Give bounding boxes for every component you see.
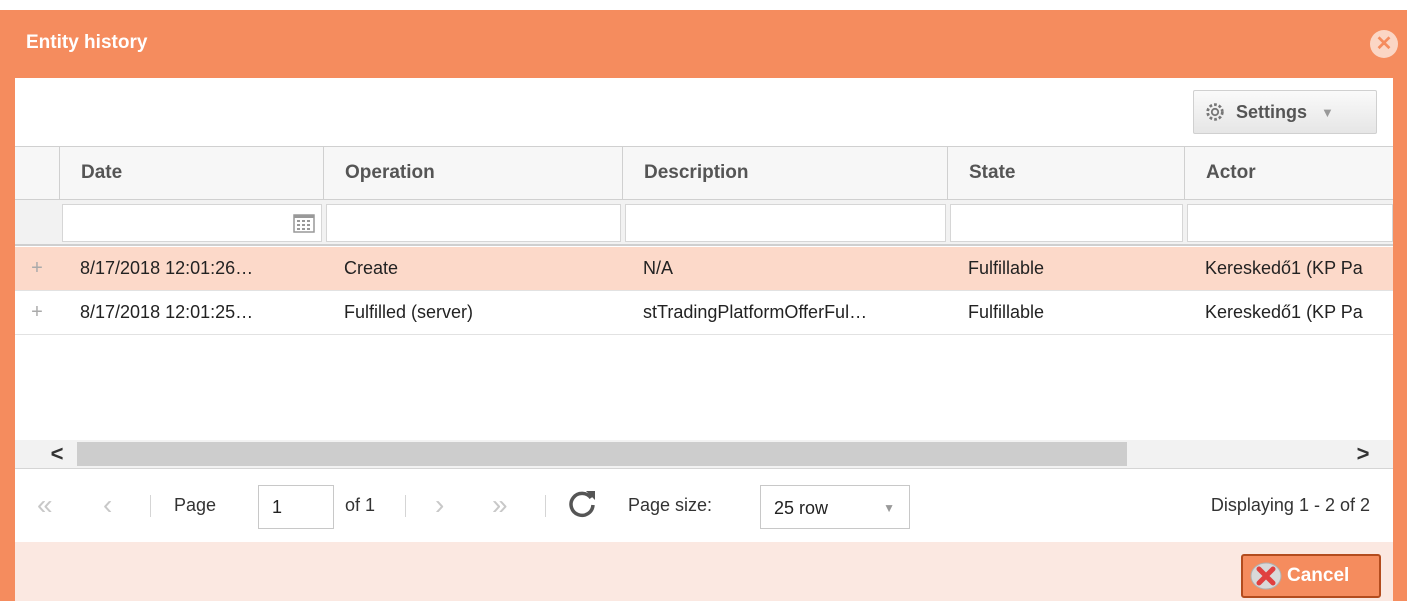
gear-icon	[1206, 103, 1224, 121]
dialog-footer: Cancel	[15, 542, 1393, 601]
expander-header	[15, 147, 60, 200]
column-header-actor[interactable]: Actor	[1185, 147, 1393, 200]
cancel-label: Cancel	[1287, 565, 1350, 586]
pagination-bar: « ‹ Page of 1 › » Page size: 25 row ▼ Di…	[15, 468, 1393, 542]
column-header-state[interactable]: State	[948, 147, 1185, 200]
horizontal-scrollbar[interactable]: < >	[15, 440, 1393, 468]
description-filter-input[interactable]	[625, 204, 946, 242]
cell-operation: Fulfilled (server)	[344, 302, 474, 322]
grid-header: Date Operation Description State Actor	[15, 146, 1393, 200]
prev-page-icon[interactable]: ‹	[103, 491, 112, 519]
dialog-body: Settings ▼ Date Operation Description St…	[15, 78, 1393, 601]
scroll-right-icon[interactable]: >	[1343, 440, 1383, 468]
cell-date: 8/17/2018 12:01:26…	[80, 258, 254, 278]
title-bar: Entity history ✕	[0, 10, 1407, 78]
settings-button[interactable]: Settings ▼	[1193, 90, 1377, 134]
page-count-label: of 1	[345, 495, 376, 515]
scroll-left-icon[interactable]: <	[37, 440, 77, 468]
cell-description: N/A	[643, 258, 674, 278]
expand-icon[interactable]: +	[15, 291, 59, 334]
cancel-button[interactable]: Cancel	[1241, 554, 1381, 598]
page-size-value: 25 row	[774, 498, 829, 518]
separator	[545, 495, 546, 517]
last-page-icon[interactable]: »	[492, 491, 508, 519]
cell-operation: Create	[344, 258, 399, 278]
entity-history-window: Entity history ✕ Settings ▼ Date Operati…	[0, 10, 1407, 601]
cell-state: Fulfillable	[968, 258, 1045, 278]
column-header-description[interactable]: Description	[623, 147, 948, 200]
cell-description: stTradingPlatformOfferFul…	[643, 302, 868, 322]
table-row[interactable]: + 8/17/2018 12:01:26… Create N/A Fulfill…	[15, 247, 1393, 291]
page-size-select[interactable]: 25 row ▼	[760, 485, 910, 529]
toolbar: Settings ▼	[15, 78, 1393, 146]
page-label: Page	[174, 495, 217, 515]
filter-row	[15, 200, 1393, 246]
cell-actor: Kereskedő1 (KP Pa	[1205, 258, 1363, 278]
date-filter-input[interactable]	[62, 204, 322, 242]
operation-filter-input[interactable]	[326, 204, 621, 242]
column-header-operation[interactable]: Operation	[324, 147, 623, 200]
separator	[150, 495, 151, 517]
cell-actor: Kereskedő1 (KP Pa	[1205, 302, 1363, 322]
column-header-date[interactable]: Date	[60, 147, 324, 200]
chevron-down-icon: ▼	[883, 501, 895, 515]
page-number-input[interactable]	[258, 485, 334, 529]
cell-date: 8/17/2018 12:01:25…	[80, 302, 254, 322]
state-filter-input[interactable]	[950, 204, 1183, 242]
history-grid: Date Operation Description State Actor +…	[15, 146, 1393, 460]
chevron-down-icon: ▼	[1321, 104, 1334, 120]
table-row[interactable]: + 8/17/2018 12:01:25… Fulfilled (server)…	[15, 291, 1393, 335]
actor-filter-input[interactable]	[1187, 204, 1393, 242]
first-page-icon[interactable]: «	[37, 491, 53, 519]
close-icon[interactable]: ✕	[1370, 30, 1398, 58]
cancel-x-icon	[1250, 562, 1282, 590]
expand-icon[interactable]: +	[15, 247, 59, 290]
refresh-icon[interactable]	[566, 487, 598, 519]
display-info: Displaying 1 - 2 of 2	[1210, 495, 1370, 515]
settings-label: Settings	[1236, 101, 1308, 122]
calendar-icon[interactable]	[293, 213, 315, 233]
next-page-icon[interactable]: ›	[435, 491, 444, 519]
cell-state: Fulfillable	[968, 302, 1045, 322]
page-size-label: Page size:	[628, 495, 713, 515]
scrollbar-thumb[interactable]	[77, 442, 1127, 466]
separator	[405, 495, 406, 517]
window-title: Entity history	[26, 32, 148, 53]
